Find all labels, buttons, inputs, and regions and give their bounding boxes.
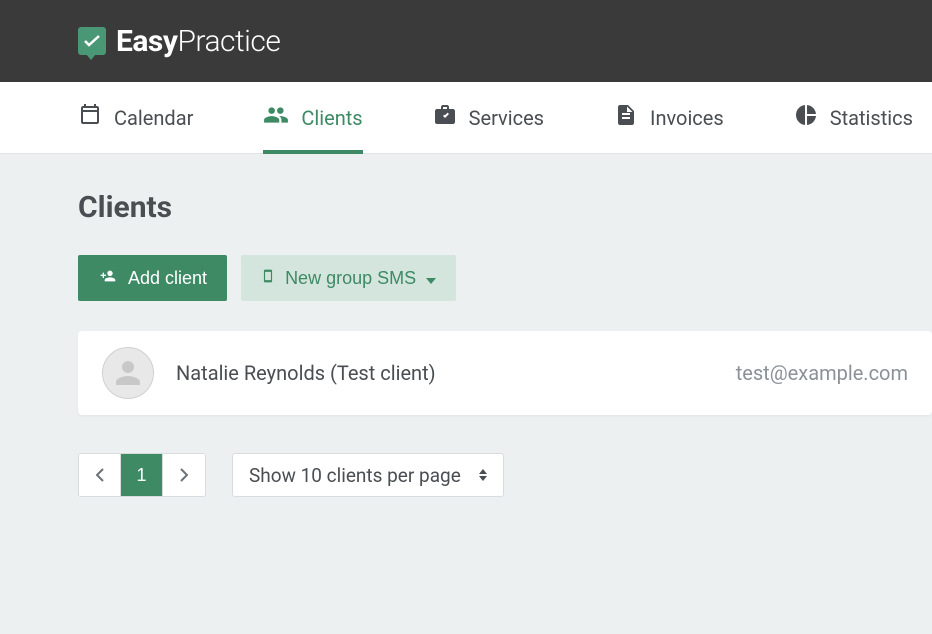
piechart-icon	[794, 103, 818, 132]
page-number-1[interactable]: 1	[121, 454, 163, 496]
client-email: test@example.com	[736, 361, 908, 385]
nav-clients[interactable]: Clients	[263, 82, 362, 154]
page-prev-button[interactable]	[79, 454, 121, 496]
pagination: 1	[78, 453, 206, 497]
nav-label: Invoices	[650, 106, 724, 130]
nav-invoices[interactable]: Invoices	[614, 82, 724, 154]
footer-controls: 1 Show 10 clients per page	[78, 453, 932, 497]
chevron-left-icon	[96, 468, 104, 482]
nav-label: Clients	[301, 106, 362, 130]
nav-calendar[interactable]: Calendar	[78, 82, 193, 154]
sort-arrows-icon	[479, 469, 487, 481]
button-label: New group SMS	[285, 268, 416, 289]
people-icon	[263, 102, 289, 133]
logo-check-icon	[78, 27, 106, 55]
page-title: Clients	[78, 190, 932, 225]
app-header: EasyPractice	[0, 0, 932, 82]
page-next-button[interactable]	[163, 454, 205, 496]
page-content: Clients Add client New group SMS Natalie…	[0, 154, 932, 497]
per-page-label: Show 10 clients per page	[249, 464, 461, 487]
nav-label: Statistics	[830, 106, 913, 130]
per-page-selector[interactable]: Show 10 clients per page	[232, 453, 504, 497]
client-row[interactable]: Natalie Reynolds (Test client) test@exam…	[78, 331, 932, 415]
briefcase-icon	[433, 103, 457, 132]
avatar	[102, 347, 154, 399]
document-icon	[614, 103, 638, 132]
add-client-button[interactable]: Add client	[78, 255, 227, 301]
nav-label: Services	[469, 106, 544, 130]
phone-icon	[261, 266, 275, 291]
add-person-icon	[98, 268, 118, 289]
chevron-right-icon	[180, 468, 188, 482]
client-name: Natalie Reynolds (Test client)	[176, 361, 736, 385]
nav-services[interactable]: Services	[433, 82, 544, 154]
brand-logo[interactable]: EasyPractice	[78, 24, 280, 59]
action-bar: Add client New group SMS	[78, 255, 932, 301]
brand-name: EasyPractice	[116, 24, 280, 59]
nav-statistics[interactable]: Statistics	[794, 82, 913, 154]
calendar-icon	[78, 103, 102, 132]
nav-label: Calendar	[114, 106, 193, 130]
dropdown-caret-icon	[426, 268, 436, 289]
new-group-sms-button[interactable]: New group SMS	[241, 255, 456, 301]
button-label: Add client	[128, 268, 207, 289]
main-nav: Calendar Clients Services Invoices Stati…	[0, 82, 932, 154]
